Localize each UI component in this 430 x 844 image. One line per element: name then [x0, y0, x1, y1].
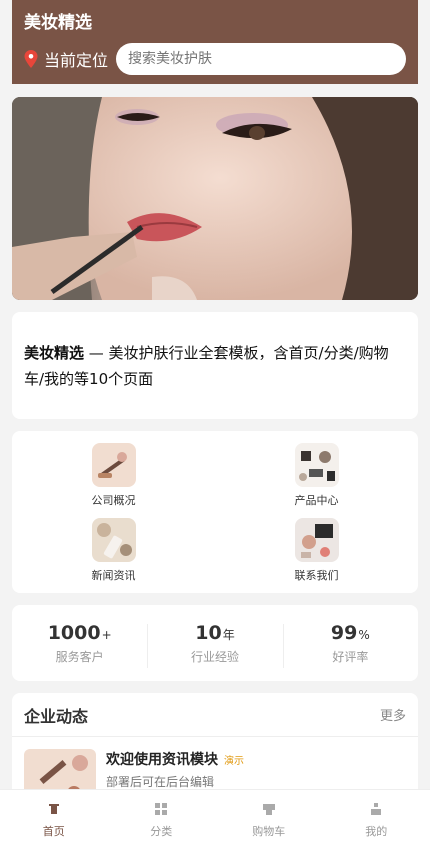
cart-icon: [262, 804, 275, 815]
stat-value: 99: [330, 621, 358, 644]
quick-menu: 公司概况 产品中心 新闻资讯 联系我们: [12, 431, 418, 593]
news-section-title: 企业动态: [24, 706, 89, 726]
stat-label: 服务客户: [55, 649, 104, 664]
news-item-heading: 欢迎使用资讯模块 演示: [106, 749, 244, 769]
news-item-desc: 部署后可在后台编辑: [106, 775, 215, 789]
search-input[interactable]: [116, 43, 406, 75]
bottom-tab-bar: 首页 分类 购物车 我的: [0, 789, 430, 844]
stat-label: 行业经验: [190, 649, 239, 664]
stat-unit: 年: [222, 627, 235, 642]
tab-category[interactable]: 分类: [108, 790, 216, 844]
contact-thumb: [294, 518, 339, 562]
stat-value: 10: [195, 621, 222, 644]
app-header: 美妆精选 当前定位: [12, 0, 418, 84]
menu-item-contact[interactable]: 联系我们: [215, 518, 418, 592]
home-icon: [48, 804, 59, 814]
intro-text: 美妆精选 — 美妆护肤行业全套模板，含首页/分类/购物车/我的等10个页面: [24, 340, 406, 392]
tab-cart[interactable]: 购物车: [215, 790, 323, 844]
menu-item-news[interactable]: 新闻资讯: [12, 518, 215, 592]
stat-unit: +: [101, 627, 112, 642]
menu-item-company[interactable]: 公司概况: [12, 443, 215, 517]
menu-label: 新闻资讯: [91, 569, 136, 582]
stat-customers: 1000+ 服务客户: [12, 622, 147, 665]
stats-card: 1000+ 服务客户 10年 行业经验 99% 好评率: [12, 605, 418, 681]
menu-label: 公司概况: [91, 494, 136, 507]
menu-label: 产品中心: [294, 494, 339, 507]
grid-icon: [155, 803, 168, 815]
news-header: 企业动态 更多: [12, 693, 418, 737]
company-thumb: [91, 443, 136, 487]
tab-profile[interactable]: 我的: [323, 790, 430, 844]
news-thumb: [91, 518, 136, 562]
demo-badge: 演示: [224, 756, 244, 767]
stat-value: 1000: [47, 621, 101, 644]
tab-label: 我的: [365, 825, 388, 838]
intro-brand: 美妆精选: [24, 344, 85, 362]
hero-banner[interactable]: [12, 97, 418, 300]
products-thumb: [294, 443, 339, 487]
tab-label: 分类: [150, 825, 173, 838]
news-item-title: 欢迎使用资讯模块: [106, 752, 218, 768]
app-title: 美妆精选: [24, 13, 92, 33]
tab-label: 购物车: [252, 825, 286, 838]
tab-home[interactable]: 首页: [0, 790, 108, 844]
stat-label: 好评率: [332, 649, 369, 664]
menu-label: 联系我们: [294, 569, 339, 582]
news-more-link[interactable]: 更多: [380, 705, 406, 724]
tab-label: 首页: [42, 825, 65, 838]
current-location[interactable]: 当前定位: [44, 47, 108, 71]
stat-unit: %: [358, 627, 370, 642]
stat-rating: 99% 好评率: [282, 621, 418, 668]
makeup-photo: [12, 97, 418, 300]
stat-experience: 10年 行业经验: [147, 621, 282, 668]
location-pin-icon: [24, 50, 38, 68]
menu-item-products[interactable]: 产品中心: [215, 443, 418, 517]
user-icon: [371, 803, 382, 815]
intro-card: 美妆精选 — 美妆护肤行业全套模板，含首页/分类/购物车/我的等10个页面: [12, 312, 418, 419]
